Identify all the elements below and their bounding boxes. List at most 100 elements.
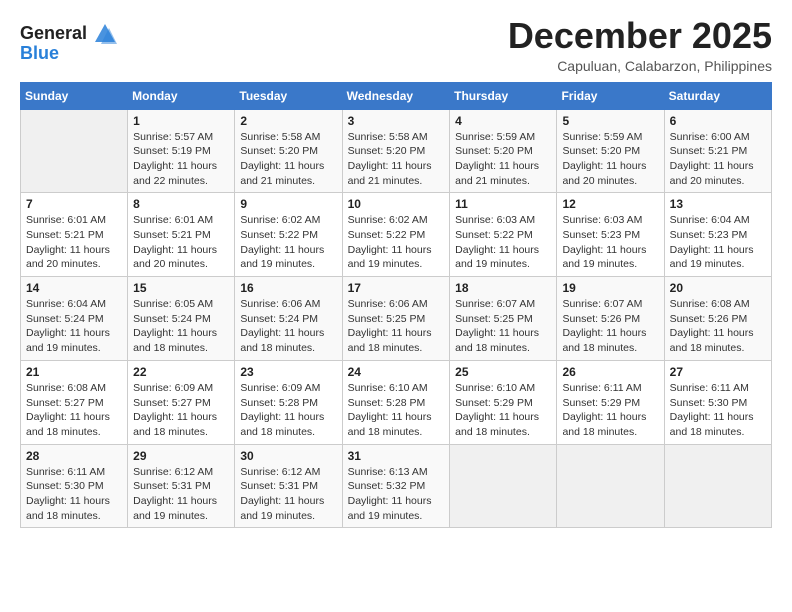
calendar-cell: 2 Sunrise: 5:58 AM Sunset: 5:20 PM Daylig… [235,109,342,193]
day-number: 23 [240,365,336,379]
day-info: Sunrise: 6:12 AM Sunset: 5:31 PM Dayligh… [133,465,229,524]
day-number: 16 [240,281,336,295]
weekday-header-friday: Friday [557,82,664,109]
calendar-cell: 16 Sunrise: 6:06 AM Sunset: 5:24 PM Dayli… [235,277,342,361]
calendar-cell: 11 Sunrise: 6:03 AM Sunset: 5:22 PM Dayli… [450,193,557,277]
day-info: Sunrise: 6:06 AM Sunset: 5:25 PM Dayligh… [348,297,445,356]
day-number: 1 [133,114,229,128]
weekday-header-sunday: Sunday [21,82,128,109]
month-title: December 2025 [508,16,772,56]
day-info: Sunrise: 6:11 AM Sunset: 5:30 PM Dayligh… [670,381,766,440]
day-info: Sunrise: 5:59 AM Sunset: 5:20 PM Dayligh… [562,130,658,189]
location: Capuluan, Calabarzon, Philippines [508,58,772,74]
logo-text: General [20,24,87,44]
day-info: Sunrise: 6:07 AM Sunset: 5:25 PM Dayligh… [455,297,551,356]
day-number: 22 [133,365,229,379]
day-info: Sunrise: 6:03 AM Sunset: 5:22 PM Dayligh… [455,213,551,272]
day-number: 15 [133,281,229,295]
calendar-cell: 9Sunrise: 6:02 AM Sunset: 5:22 PM Daylig… [235,193,342,277]
day-info: Sunrise: 6:01 AM Sunset: 5:21 PM Dayligh… [26,213,122,272]
day-number: 8 [133,197,229,211]
calendar-cell: 17Sunrise: 6:06 AM Sunset: 5:25 PM Dayli… [342,277,450,361]
calendar-cell: 25 Sunrise: 6:10 AM Sunset: 5:29 PM Dayli… [450,360,557,444]
week-row-2: 7 Sunrise: 6:01 AM Sunset: 5:21 PM Daylig… [21,193,772,277]
day-number: 29 [133,449,229,463]
calendar-cell: 3 Sunrise: 5:58 AM Sunset: 5:20 PM Daylig… [342,109,450,193]
day-number: 25 [455,365,551,379]
day-number: 28 [26,449,122,463]
day-number: 26 [562,365,658,379]
day-number: 10 [348,197,445,211]
calendar-cell: 27 Sunrise: 6:11 AM Sunset: 5:30 PM Dayli… [664,360,771,444]
calendar-cell: 5 Sunrise: 5:59 AM Sunset: 5:20 PM Daylig… [557,109,664,193]
calendar-cell: 21 Sunrise: 6:08 AM Sunset: 5:27 PM Dayli… [21,360,128,444]
weekday-header-saturday: Saturday [664,82,771,109]
calendar-cell [664,444,771,528]
day-info: Sunrise: 6:08 AM Sunset: 5:27 PM Dayligh… [26,381,122,440]
weekday-header-row: SundayMondayTuesdayWednesdayThursdayFrid… [21,82,772,109]
calendar-cell: 28Sunrise: 6:11 AM Sunset: 5:30 PM Dayli… [21,444,128,528]
day-info: Sunrise: 5:59 AM Sunset: 5:20 PM Dayligh… [455,130,551,189]
week-row-1: 1 Sunrise: 5:57 AM Sunset: 5:19 PM Daylig… [21,109,772,193]
day-number: 30 [240,449,336,463]
day-info: Sunrise: 6:10 AM Sunset: 5:29 PM Dayligh… [455,381,551,440]
day-number: 18 [455,281,551,295]
calendar-cell: 12 Sunrise: 6:03 AM Sunset: 5:23 PM Dayli… [557,193,664,277]
calendar-cell: 29 Sunrise: 6:12 AM Sunset: 5:31 PM Dayli… [128,444,235,528]
day-info: Sunrise: 5:57 AM Sunset: 5:19 PM Dayligh… [133,130,229,189]
calendar: SundayMondayTuesdayWednesdayThursdayFrid… [20,82,772,529]
day-number: 6 [670,114,766,128]
calendar-cell [557,444,664,528]
weekday-header-wednesday: Wednesday [342,82,450,109]
weekday-header-tuesday: Tuesday [235,82,342,109]
calendar-cell: 19 Sunrise: 6:07 AM Sunset: 5:26 PM Dayli… [557,277,664,361]
week-row-5: 28Sunrise: 6:11 AM Sunset: 5:30 PM Dayli… [21,444,772,528]
day-number: 7 [26,197,122,211]
day-number: 2 [240,114,336,128]
day-number: 11 [455,197,551,211]
logo-icon [91,20,119,48]
day-info: Sunrise: 6:10 AM Sunset: 5:28 PM Dayligh… [348,381,445,440]
calendar-cell: 24 Sunrise: 6:10 AM Sunset: 5:28 PM Dayli… [342,360,450,444]
calendar-cell: 8Sunrise: 6:01 AM Sunset: 5:21 PM Daylig… [128,193,235,277]
day-number: 5 [562,114,658,128]
day-number: 19 [562,281,658,295]
day-number: 24 [348,365,445,379]
page: General Blue December 2025 Capuluan, Cal… [0,0,792,612]
title-block: December 2025 Capuluan, Calabarzon, Phil… [508,16,772,74]
calendar-cell: 15Sunrise: 6:05 AM Sunset: 5:24 PM Dayli… [128,277,235,361]
day-number: 27 [670,365,766,379]
calendar-cell: 20Sunrise: 6:08 AM Sunset: 5:26 PM Dayli… [664,277,771,361]
day-number: 14 [26,281,122,295]
day-number: 12 [562,197,658,211]
weekday-header-thursday: Thursday [450,82,557,109]
day-number: 13 [670,197,766,211]
week-row-3: 14Sunrise: 6:04 AM Sunset: 5:24 PM Dayli… [21,277,772,361]
day-number: 3 [348,114,445,128]
day-info: Sunrise: 6:13 AM Sunset: 5:32 PM Dayligh… [348,465,445,524]
day-info: Sunrise: 6:12 AM Sunset: 5:31 PM Dayligh… [240,465,336,524]
day-info: Sunrise: 5:58 AM Sunset: 5:20 PM Dayligh… [348,130,445,189]
day-info: Sunrise: 5:58 AM Sunset: 5:20 PM Dayligh… [240,130,336,189]
calendar-cell: 18 Sunrise: 6:07 AM Sunset: 5:25 PM Dayli… [450,277,557,361]
day-info: Sunrise: 6:04 AM Sunset: 5:23 PM Dayligh… [670,213,766,272]
calendar-cell: 26Sunrise: 6:11 AM Sunset: 5:29 PM Dayli… [557,360,664,444]
day-number: 31 [348,449,445,463]
calendar-cell: 6 Sunrise: 6:00 AM Sunset: 5:21 PM Daylig… [664,109,771,193]
day-number: 21 [26,365,122,379]
day-info: Sunrise: 6:09 AM Sunset: 5:27 PM Dayligh… [133,381,229,440]
calendar-cell: 31 Sunrise: 6:13 AM Sunset: 5:32 PM Dayli… [342,444,450,528]
day-info: Sunrise: 6:03 AM Sunset: 5:23 PM Dayligh… [562,213,658,272]
day-number: 20 [670,281,766,295]
day-info: Sunrise: 6:06 AM Sunset: 5:24 PM Dayligh… [240,297,336,356]
calendar-cell [450,444,557,528]
day-info: Sunrise: 6:00 AM Sunset: 5:21 PM Dayligh… [670,130,766,189]
day-info: Sunrise: 6:02 AM Sunset: 5:22 PM Dayligh… [348,213,445,272]
day-info: Sunrise: 6:02 AM Sunset: 5:22 PM Dayligh… [240,213,336,272]
day-info: Sunrise: 6:07 AM Sunset: 5:26 PM Dayligh… [562,297,658,356]
calendar-cell: 7 Sunrise: 6:01 AM Sunset: 5:21 PM Daylig… [21,193,128,277]
calendar-cell: 13 Sunrise: 6:04 AM Sunset: 5:23 PM Dayli… [664,193,771,277]
calendar-cell: 4Sunrise: 5:59 AM Sunset: 5:20 PM Daylig… [450,109,557,193]
calendar-cell [21,109,128,193]
calendar-cell: 30 Sunrise: 6:12 AM Sunset: 5:31 PM Dayli… [235,444,342,528]
